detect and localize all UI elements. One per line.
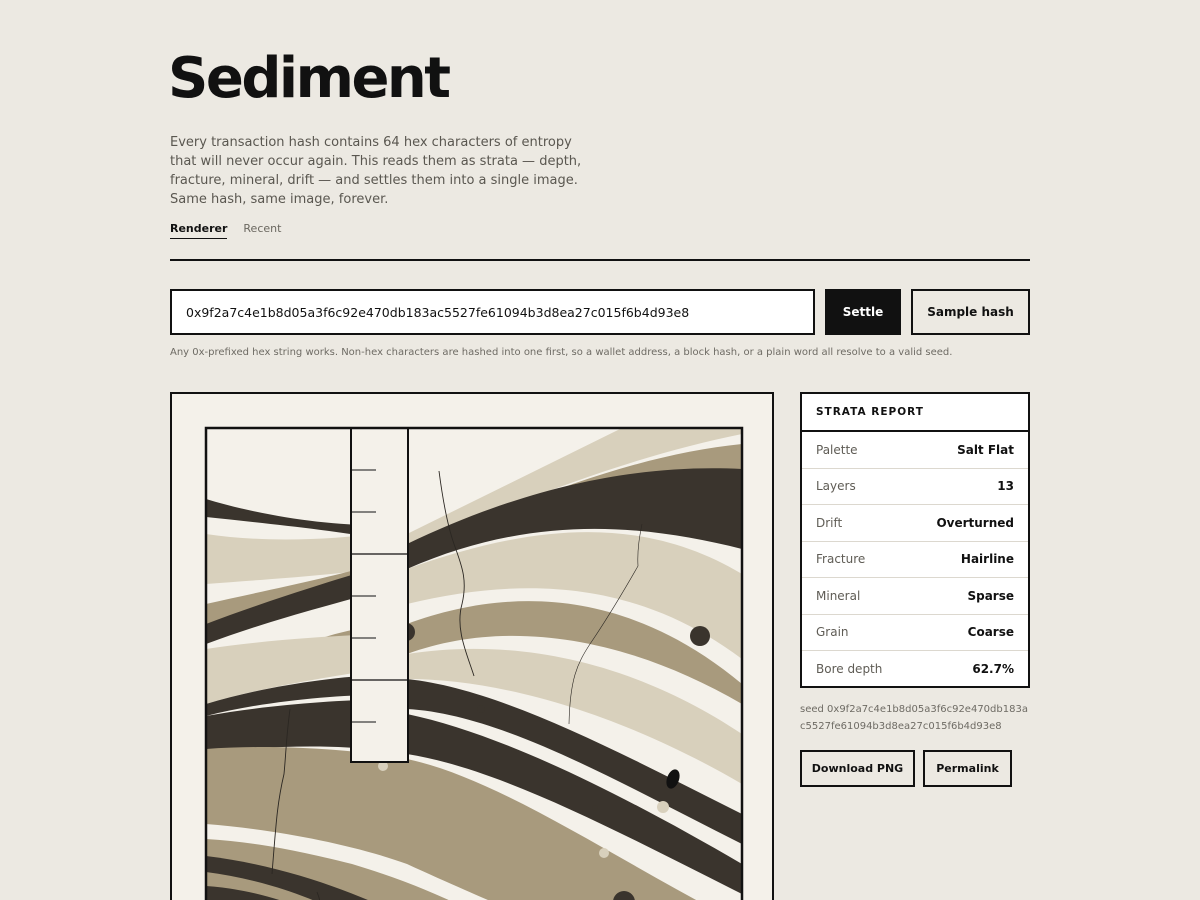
report-value: Coarse (967, 625, 1014, 640)
report-row-mineral: Mineral Sparse (802, 578, 1028, 615)
report-row-bore-depth: Bore depth 62.7% (802, 651, 1028, 688)
report-row-grain: Grain Coarse (802, 615, 1028, 651)
sample-hash-button[interactable]: Sample hash (911, 289, 1030, 335)
report-row-drift: Drift Overturned (802, 505, 1028, 542)
hash-input[interactable] (170, 289, 815, 335)
report-value: 62.7% (972, 662, 1014, 677)
strata-artwork-frame (170, 392, 774, 900)
report-key: Drift (816, 515, 843, 530)
report-value: Hairline (960, 552, 1014, 567)
strata-report-heading: STRATA REPORT (802, 394, 1028, 432)
header-divider (170, 259, 1030, 261)
report-row-fracture: Fracture Hairline (802, 542, 1028, 578)
report-key: Fracture (816, 552, 866, 567)
seed-text: seed 0x9f2a7c4e1b8d05a3f6c92e470db183ac5… (800, 704, 1028, 732)
report-row-palette: Palette Salt Flat (802, 432, 1028, 469)
report-value: Sparse (967, 588, 1014, 603)
report-row-layers: Layers 13 (802, 469, 1028, 505)
strata-report: STRATA REPORT Palette Salt Flat Layers 1… (800, 392, 1030, 688)
page-title: Sediment (168, 46, 451, 111)
report-value: Overturned (936, 515, 1014, 530)
tab-renderer[interactable]: Renderer (170, 222, 228, 239)
report-key: Grain (816, 625, 849, 640)
bore-core (350, 428, 409, 763)
permalink-button[interactable]: Permalink (923, 750, 1012, 787)
report-key: Layers (816, 479, 856, 494)
tab-recent[interactable]: Recent (243, 222, 281, 239)
report-value: Salt Flat (957, 442, 1014, 457)
download-png-button[interactable]: Download PNG (800, 750, 915, 787)
intro-description: Every transaction hash contains 64 hex c… (170, 135, 582, 207)
settle-button[interactable]: Settle (825, 289, 901, 335)
report-value: 13 (997, 479, 1014, 494)
report-key: Bore depth (816, 662, 883, 677)
helper-text: Any 0x-prefixed hex string works. Non-he… (170, 347, 953, 358)
report-key: Palette (816, 442, 858, 457)
tab-bar: Renderer Recent (170, 222, 281, 239)
strata-artwork (204, 426, 744, 900)
report-key: Mineral (816, 588, 861, 603)
